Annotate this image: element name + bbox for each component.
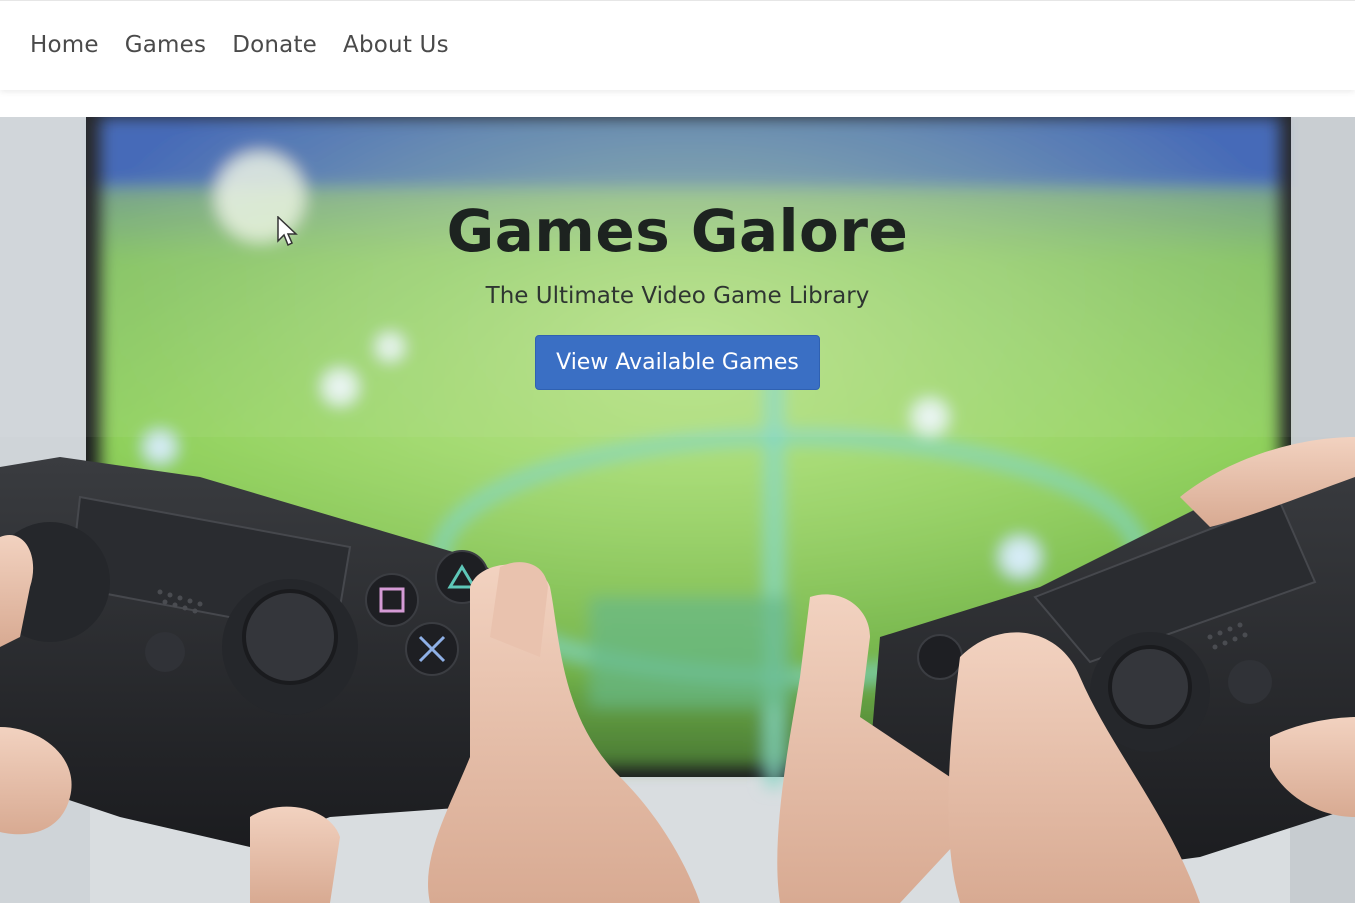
hero-content: Games Galore The Ultimate Video Game Lib… (0, 197, 1355, 390)
nav-spacer (0, 90, 1355, 117)
nav-link-games[interactable]: Games (125, 32, 206, 58)
mouse-pointer-icon (277, 216, 298, 247)
nav-links: Home Games Donate About Us (30, 32, 449, 58)
nav-link-donate[interactable]: Donate (232, 32, 317, 58)
nav-link-about-us[interactable]: About Us (343, 32, 449, 58)
view-available-games-button[interactable]: View Available Games (535, 335, 820, 390)
hero-section: Games Galore The Ultimate Video Game Lib… (0, 117, 1355, 903)
top-navbar: Home Games Donate About Us (0, 0, 1355, 90)
nav-link-home[interactable]: Home (30, 32, 99, 58)
hero-subtitle: The Ultimate Video Game Library (485, 283, 870, 309)
hero-title: Games Galore (446, 197, 909, 265)
